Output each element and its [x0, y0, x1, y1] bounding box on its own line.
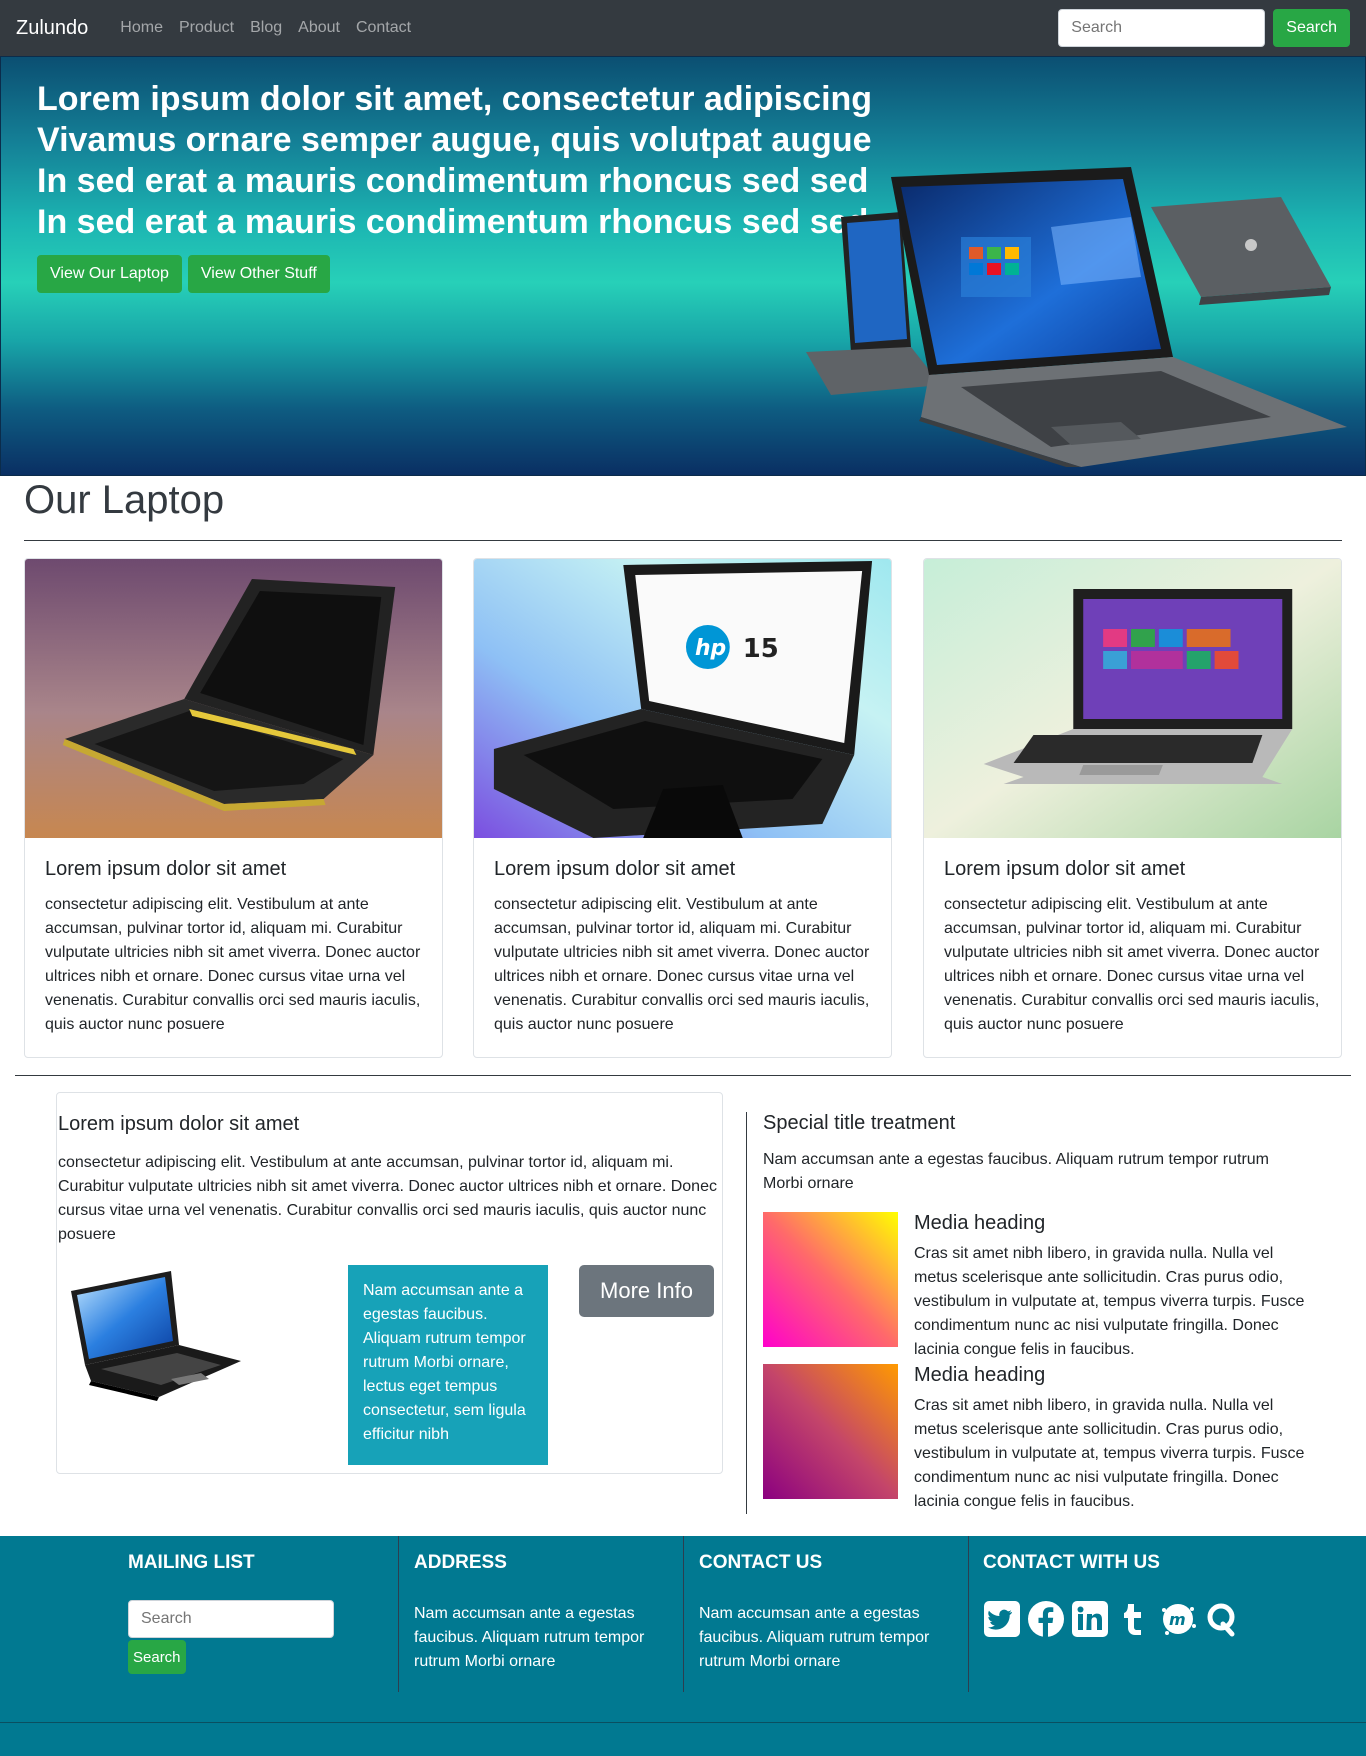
- nav-search-form: Search: [1058, 9, 1350, 47]
- card-title: Lorem ipsum dolor sit amet: [944, 858, 1186, 880]
- feature-card-text: consectetur adipiscing elit. Vestibulum …: [58, 1154, 717, 1243]
- twitter-icon[interactable]: [983, 1600, 1021, 1638]
- hero-heading: Lorem ipsum dolor sit amet, consectetur …: [37, 79, 872, 243]
- facebook-icon[interactable]: [1027, 1600, 1065, 1638]
- card-text: consectetur adipiscing elit. Vestibulum …: [494, 896, 870, 1033]
- footer-heading: CONTACT US: [699, 1552, 823, 1573]
- svg-text:m: m: [1169, 1610, 1186, 1629]
- special-text: Nam accumsan ante a egestas faucibus. Al…: [763, 1151, 1269, 1192]
- footer: MAILING LIST Search ADDRESS Nam accumsan…: [0, 1536, 1366, 1756]
- search-input[interactable]: [1058, 9, 1266, 47]
- brand-logo[interactable]: Zulundo: [16, 17, 88, 40]
- social-icons: m: [983, 1600, 1241, 1638]
- more-info-button[interactable]: More Info: [579, 1265, 714, 1317]
- footer-separator: [968, 1536, 969, 1692]
- nav-links: Home Product Blog About Contact: [112, 19, 419, 37]
- meetup-icon[interactable]: m: [1159, 1600, 1197, 1638]
- small-laptop-image: [71, 1271, 241, 1401]
- special-title: Special title treatment: [763, 1112, 956, 1134]
- nav-link-home[interactable]: Home: [112, 19, 171, 37]
- laptop-card: Lorem ipsum dolor sit amet consectetur a…: [24, 558, 443, 1058]
- footer-separator: [398, 1536, 399, 1692]
- footer-separator: [683, 1536, 684, 1692]
- tumblr-icon[interactable]: [1115, 1600, 1153, 1638]
- divider: [24, 540, 1342, 541]
- feature-card-title: Lorem ipsum dolor sit amet: [58, 1113, 300, 1135]
- hero-line-2: Vivamus ornare semper augue, quis volutp…: [37, 121, 872, 159]
- footer-address: ADDRESS Nam accumsan ante a egestas fauc…: [414, 1536, 674, 1692]
- section-title-our-laptop: Our Laptop: [24, 478, 225, 522]
- mailing-search-button[interactable]: Search: [128, 1640, 186, 1674]
- laptop-image-hp15: hp 15: [474, 559, 891, 838]
- footer-contact-text: Nam accumsan ante a egestas faucibus. Al…: [699, 1605, 930, 1670]
- linkedin-icon[interactable]: [1071, 1600, 1109, 1638]
- footer-address-text: Nam accumsan ante a egestas faucibus. Al…: [414, 1605, 645, 1670]
- hero-banner: Lorem ipsum dolor sit amet, consectetur …: [0, 56, 1366, 476]
- media-thumbnail: [763, 1364, 898, 1499]
- media-thumbnail: [763, 1212, 898, 1347]
- laptop-image-silver: [924, 559, 1341, 838]
- navbar: Zulundo Home Product Blog About Contact …: [0, 0, 1366, 56]
- media-text: Cras sit amet nibh libero, in gravida nu…: [914, 1397, 1305, 1510]
- svg-text:hp: hp: [695, 636, 726, 661]
- footer-heading: CONTACT WITH US: [983, 1552, 1160, 1573]
- card-text: consectetur adipiscing elit. Vestibulum …: [45, 896, 421, 1033]
- divider: [15, 1075, 1351, 1076]
- nav-link-product[interactable]: Product: [171, 19, 242, 37]
- laptop-image-black: [25, 559, 442, 838]
- hero-buttons: View Our Laptop View Other Stuff: [37, 255, 330, 293]
- view-laptop-button[interactable]: View Our Laptop: [37, 255, 182, 293]
- footer-bottom-line: [0, 1722, 1366, 1723]
- view-other-button[interactable]: View Other Stuff: [187, 255, 330, 293]
- feature-card: Lorem ipsum dolor sit amet consectetur a…: [56, 1092, 723, 1474]
- hero-line-4: In sed erat a mauris condimentum rhoncus…: [37, 203, 869, 241]
- hp-model-label: 15: [743, 634, 779, 664]
- media-heading: Media heading: [914, 1364, 1046, 1386]
- quora-icon[interactable]: [1203, 1600, 1241, 1638]
- hero-line-3: In sed erat a mauris condimentum rhoncus…: [37, 162, 869, 200]
- media-heading: Media heading: [914, 1212, 1046, 1234]
- footer-heading: MAILING LIST: [128, 1552, 255, 1573]
- footer-heading: ADDRESS: [414, 1552, 507, 1573]
- vertical-divider: [746, 1112, 747, 1514]
- card-text: consectetur adipiscing elit. Vestibulum …: [944, 896, 1320, 1033]
- nav-link-about[interactable]: About: [290, 19, 348, 37]
- nav-link-contact[interactable]: Contact: [348, 19, 419, 37]
- footer-contact: CONTACT US Nam accumsan ante a egestas f…: [699, 1536, 959, 1692]
- info-box: Nam accumsan ante a egestas faucibus. Al…: [348, 1265, 548, 1465]
- laptop-card: hp 15 Lorem ipsum dolor sit amet consect…: [473, 558, 892, 1058]
- card-title: Lorem ipsum dolor sit amet: [494, 858, 736, 880]
- media-text: Cras sit amet nibh libero, in gravida nu…: [914, 1245, 1305, 1358]
- hero-line-1: Lorem ipsum dolor sit amet, consectetur …: [37, 80, 873, 118]
- mailing-search-input[interactable]: [128, 1600, 334, 1638]
- laptop-card: Lorem ipsum dolor sit amet consectetur a…: [923, 558, 1342, 1058]
- nav-link-blog[interactable]: Blog: [242, 19, 290, 37]
- hero-laptops-image: [806, 167, 1347, 467]
- card-title: Lorem ipsum dolor sit amet: [45, 858, 287, 880]
- search-button[interactable]: Search: [1273, 9, 1350, 47]
